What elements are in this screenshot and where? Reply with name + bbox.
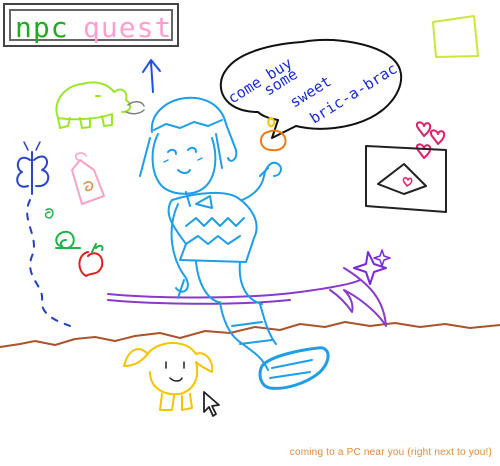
- dashed-trail: [26, 199, 71, 327]
- heart-icon: [415, 121, 432, 137]
- broom-sprite: [107, 267, 387, 327]
- heart-icon: [415, 143, 432, 159]
- tagline-text: coming to a PC near you (right next to y…: [289, 447, 492, 458]
- hearts-group: [415, 121, 446, 159]
- snail-icon: [44, 208, 81, 250]
- sticky-note-icon: [432, 15, 479, 58]
- pink-tag-item: [71, 152, 105, 205]
- up-arrow-icon: [142, 59, 161, 93]
- mouse-cursor-icon: [203, 391, 220, 417]
- envelope-icon: [365, 145, 447, 213]
- scene-drawing: come buy some sweet bric-a-brac: [0, 15, 500, 417]
- apple-icon: [78, 243, 104, 277]
- game-title-screen: npc quest come buy some sweet bric-a-bra…: [0, 0, 500, 466]
- heart-icon: [429, 129, 446, 145]
- npc-character-sprite: [139, 96, 330, 390]
- yellow-creature-sprite: [123, 341, 214, 411]
- butterfly-icon: [16, 141, 50, 195]
- green-creature-sprite: [55, 81, 132, 129]
